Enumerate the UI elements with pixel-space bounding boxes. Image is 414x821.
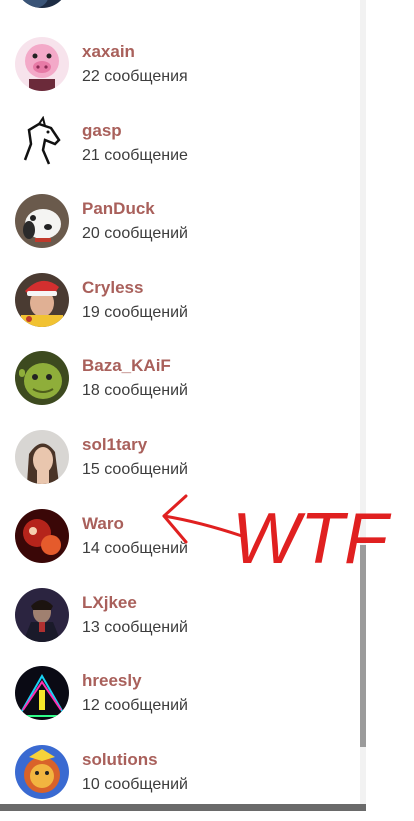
white-dog-avatar-icon[interactable] [15,194,69,248]
username-link[interactable]: Baza_KAiF [82,356,171,376]
message-count: 19 сообщений [82,304,188,321]
list-item: hreesly 12 сообщений [0,663,360,742]
horse-head-sketch-avatar-icon[interactable] [15,116,69,170]
message-count: 21 сообщение [82,147,188,164]
list-item: Waro 14 сообщений [0,506,360,585]
pink-pig-cartoon-avatar-icon[interactable] [15,37,69,91]
list-item: Baza_KAiF 18 сообщений [0,348,360,427]
message-count: 13 сообщений [82,619,188,636]
message-count: 15 сообщений [82,461,188,478]
scrollbar-thumb[interactable] [360,545,366,747]
list-item: LXjkee 13 сообщений [0,585,360,664]
list-item: Cryless 19 сообщений [0,270,360,349]
lion-mascot-avatar-icon[interactable] [15,745,69,799]
message-count: 18 сообщений [82,382,188,399]
message-count: 20 сообщений [82,225,188,242]
message-count: 22 сообщения [82,68,188,85]
username-link[interactable]: Waro [82,514,124,534]
username-link[interactable]: gasp [82,121,122,141]
username-link[interactable]: Cryless [82,278,143,298]
bottom-edge-bar [0,804,366,811]
username-link[interactable]: PanDuck [82,199,155,219]
partial-avatar-top[interactable] [15,0,69,8]
message-count: 14 сообщений [82,540,188,557]
message-count: 10 сообщений [82,776,188,793]
red-dark-artwork-avatar-icon[interactable] [15,509,69,563]
dark-game-character-avatar-icon[interactable] [15,588,69,642]
message-count: 12 сообщений [82,697,188,714]
list-item: gasp 21 сообщение [0,113,360,192]
username-link[interactable]: hreesly [82,671,142,691]
neon-lights-avatar-icon[interactable] [15,666,69,720]
list-item: sol1tary 15 сообщений [0,427,360,506]
username-link[interactable]: LXjkee [82,593,137,613]
list-item: xaxain 22 сообщения [0,34,360,113]
username-link[interactable]: sol1tary [82,435,147,455]
list-item: PanDuck 20 сообщений [0,191,360,270]
scrollbar-track[interactable] [360,0,366,811]
user-list: xaxain 22 сообщения gasp 21 сообщение Pa… [0,0,360,811]
man-santa-hat-avatar-icon[interactable] [15,273,69,327]
username-link[interactable]: xaxain [82,42,135,62]
username-link[interactable]: solutions [82,750,158,770]
woman-portrait-avatar-icon[interactable] [15,430,69,484]
green-ogre-avatar-icon[interactable] [15,351,69,405]
